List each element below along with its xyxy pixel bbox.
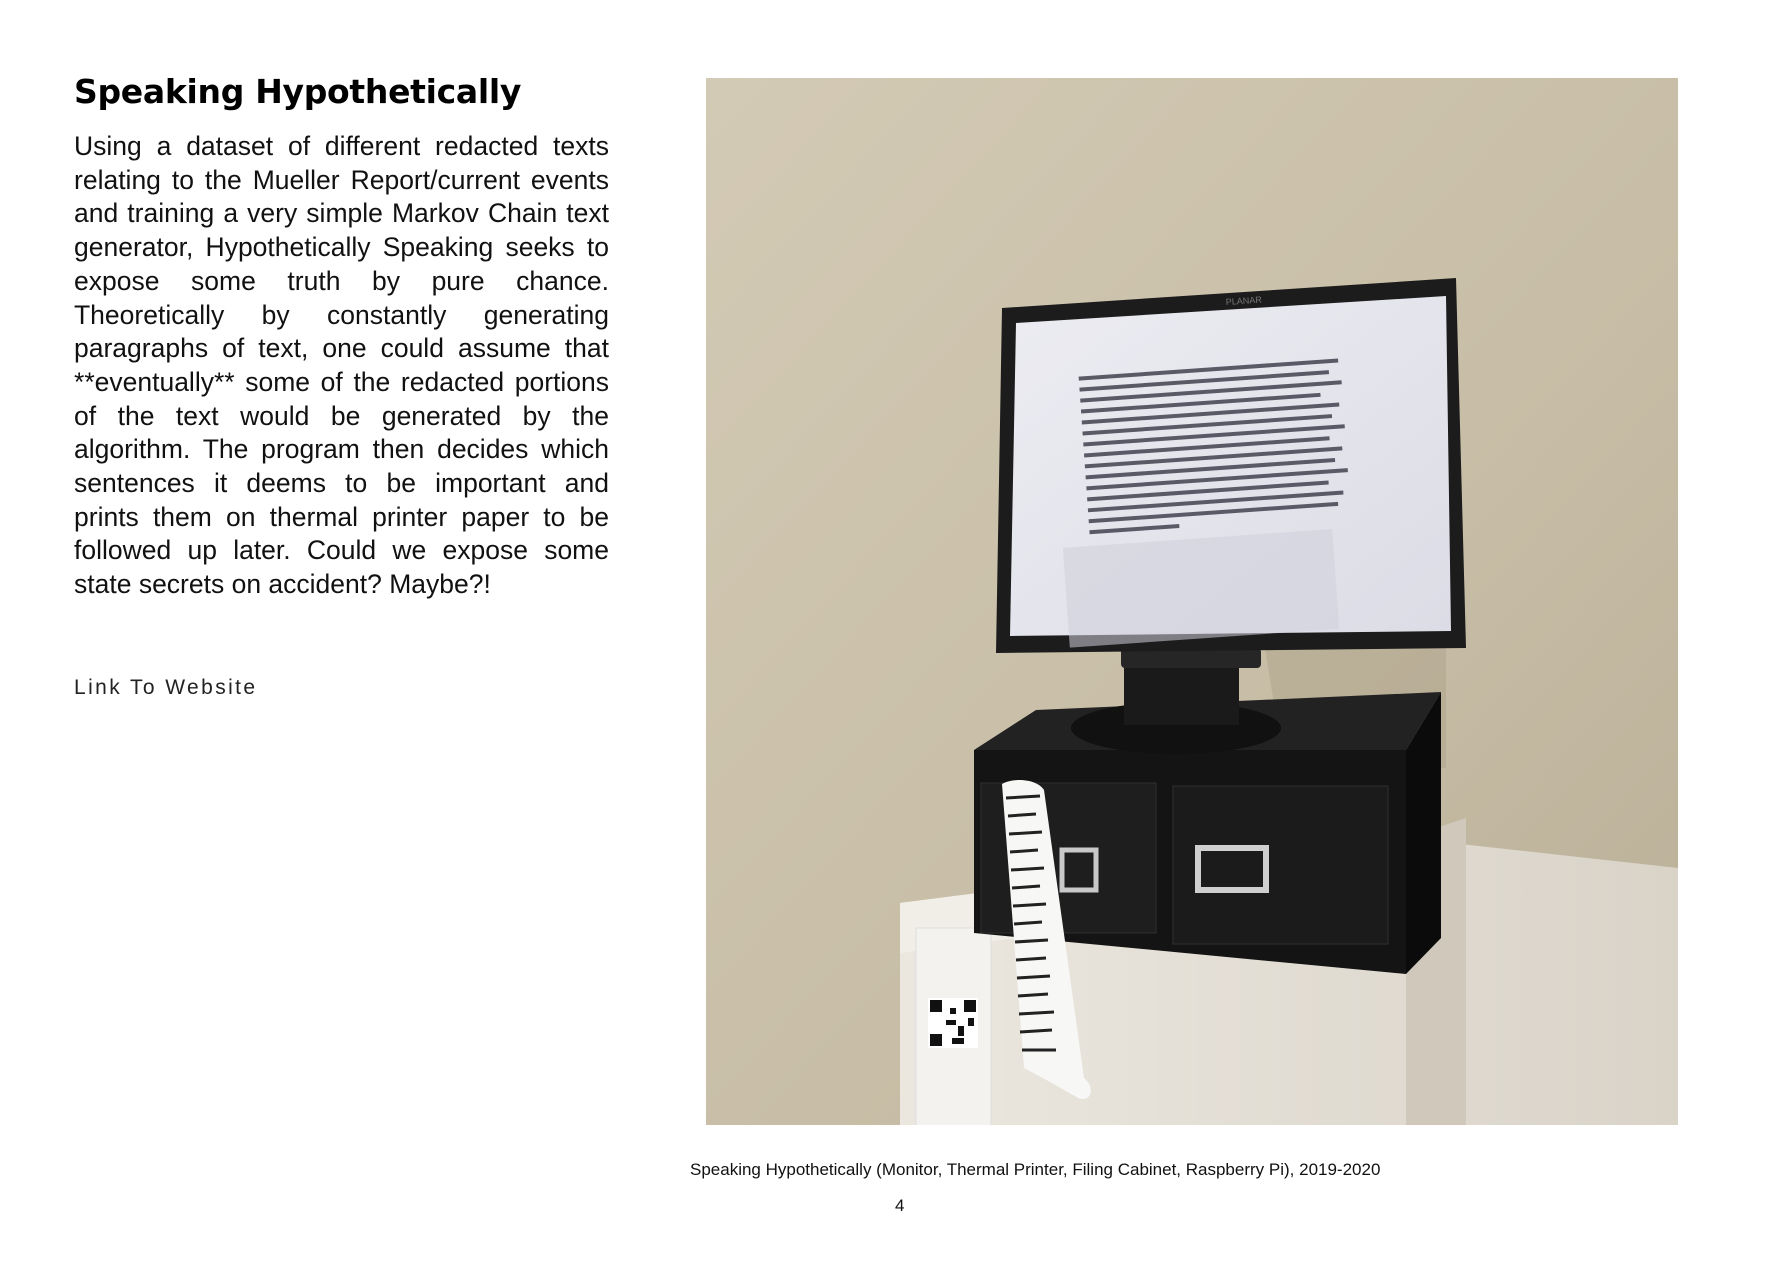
photo-caption: Speaking Hypothetically (Monitor, Therma… bbox=[690, 1160, 1381, 1179]
artwork-photo: PLANAR bbox=[706, 78, 1678, 1125]
description-paragraph: Using a dataset of different redacted te… bbox=[74, 131, 609, 600]
page-title: Speaking Hypothetically bbox=[74, 72, 522, 111]
website-link[interactable]: Link To Website bbox=[74, 676, 257, 700]
monitor: PLANAR bbox=[996, 278, 1466, 653]
wall-placard bbox=[915, 927, 992, 1125]
page-number: 4 bbox=[895, 1196, 905, 1215]
